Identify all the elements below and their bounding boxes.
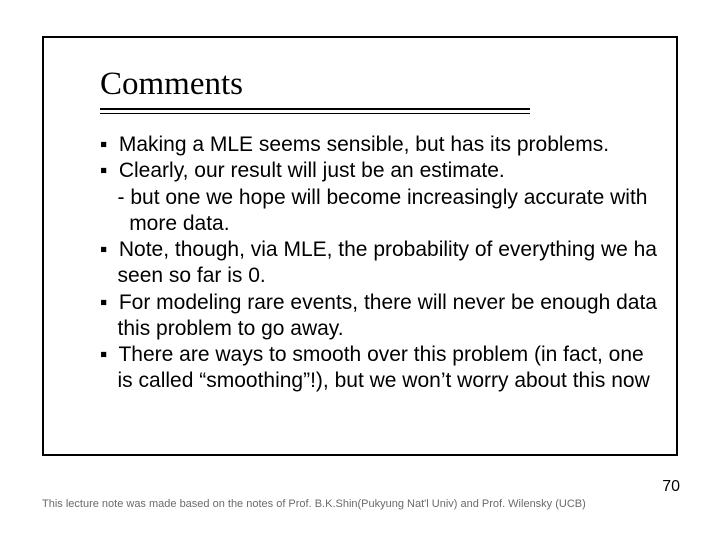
bullet-4-line-2: this problem to go away. [118, 317, 344, 340]
bullet-icon: ▪ [100, 158, 113, 184]
bullet-5-line-1: There are ways to smooth over this probl… [118, 343, 643, 366]
bullet-3-line-1: Note, though, via MLE, the probability o… [119, 238, 657, 261]
title-underline-thin [100, 113, 530, 114]
bullet-2-sub-2: more data. [129, 212, 229, 235]
footnote: This lecture note was made based on the … [42, 498, 586, 510]
bullet-icon: ▪ [100, 132, 113, 158]
bullet-2: Clearly, our result will just be an esti… [119, 159, 505, 182]
bullet-3-line-2: seen so far is 0. [118, 264, 266, 287]
bullet-icon: ▪ [100, 237, 113, 263]
title-block: Comments [100, 66, 660, 102]
bullet-1: Making a MLE seems sensible, but has its… [119, 133, 609, 156]
page-number: 70 [662, 478, 680, 496]
bullet-2-sub-1: - but one we hope will become increasing… [118, 186, 648, 209]
body-text: ▪ Making a MLE seems sensible, but has i… [100, 132, 720, 395]
bullet-icon: ▪ [100, 290, 113, 316]
bullet-4-line-1: For modeling rare events, there will nev… [119, 291, 657, 314]
bullet-icon: ▪ [100, 342, 113, 368]
bullet-5-line-2: is called “smoothing”!), but we won’t wo… [118, 369, 650, 392]
slide-title: Comments [100, 66, 243, 102]
title-underline-thick [100, 108, 530, 110]
